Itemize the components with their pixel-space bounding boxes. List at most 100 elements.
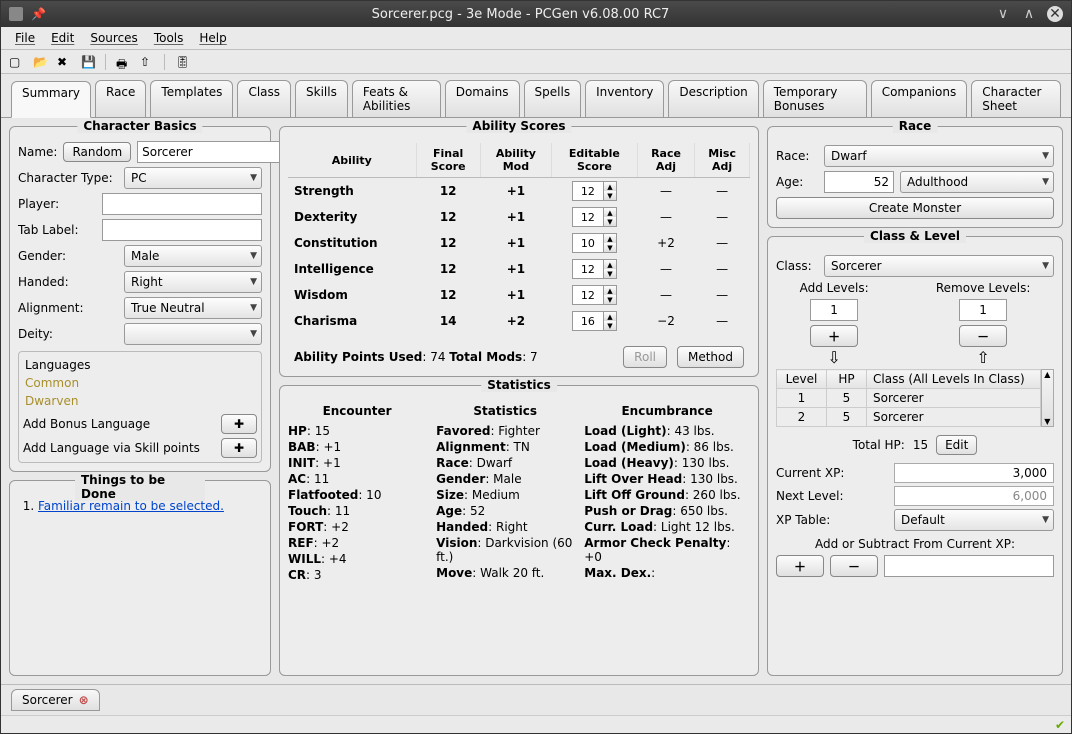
remove-levels-input[interactable]	[959, 299, 1007, 321]
tab-race[interactable]: Race	[95, 80, 146, 117]
roll-button[interactable]: Roll	[623, 346, 667, 368]
tab-charsheet[interactable]: Character Sheet	[971, 80, 1061, 117]
add-levels-input[interactable]	[810, 299, 858, 321]
tab-templates[interactable]: Templates	[150, 80, 233, 117]
tablabel-input[interactable]	[102, 219, 262, 241]
export-icon[interactable]: ⇧	[140, 55, 154, 69]
character-tab[interactable]: Sorcerer ⊗	[11, 689, 100, 711]
print-icon[interactable]: 🖶	[116, 55, 130, 69]
spin-down-icon[interactable]: ▼	[604, 217, 616, 226]
ability-edit-input[interactable]	[573, 234, 603, 252]
cls-hdr[interactable]: Class (All Levels In Class)	[867, 370, 1041, 389]
tab-domains[interactable]: Domains	[445, 80, 520, 117]
menu-sources[interactable]: Sources	[84, 29, 143, 47]
ability-edit-input[interactable]	[573, 312, 603, 330]
minimize-button[interactable]: ∨	[995, 6, 1011, 22]
scrollbar[interactable]: ▲▼	[1041, 369, 1054, 427]
spin-down-icon[interactable]: ▼	[604, 243, 616, 252]
close-tab-icon[interactable]: ⊗	[79, 693, 89, 707]
tab-inventory[interactable]: Inventory	[585, 80, 664, 117]
alignment-select[interactable]: True Neutral▼	[124, 297, 262, 319]
ability-spinner[interactable]: ▲▼	[572, 233, 617, 253]
ability-spinner[interactable]: ▲▼	[572, 207, 617, 227]
class-select[interactable]: Sorcerer▼	[824, 255, 1054, 277]
spin-down-icon[interactable]: ▼	[604, 295, 616, 304]
age-input[interactable]	[824, 171, 894, 193]
pin-icon[interactable]: 📌	[31, 7, 46, 21]
method-button[interactable]: Method	[677, 346, 744, 368]
save-icon[interactable]: 💾	[81, 55, 95, 69]
tab-skills[interactable]: Skills	[295, 80, 348, 117]
add-level-button[interactable]: ＋	[810, 325, 858, 347]
lvl-hdr[interactable]: Level	[777, 370, 827, 389]
close-button[interactable]: ✕	[1047, 6, 1063, 22]
spin-up-icon[interactable]: ▲	[604, 234, 616, 243]
todo-link[interactable]: Familiar remain to be selected.	[38, 499, 224, 513]
open-icon[interactable]: 📂	[33, 55, 47, 69]
menu-tools[interactable]: Tools	[148, 29, 190, 47]
add-bonus-lang-button[interactable]: ✚	[221, 414, 257, 434]
spin-up-icon[interactable]: ▲	[604, 182, 616, 191]
tab-spells[interactable]: Spells	[524, 80, 582, 117]
spin-down-icon[interactable]: ▼	[604, 191, 616, 200]
menu-edit[interactable]: Edit	[45, 29, 80, 47]
xp-adjust-input[interactable]	[884, 555, 1054, 577]
tab-description[interactable]: Description	[668, 80, 758, 117]
deity-select[interactable]: ▼	[124, 323, 262, 345]
prefs-icon[interactable]: 🎚	[175, 55, 189, 69]
menu-help[interactable]: Help	[193, 29, 232, 47]
agecat-select[interactable]: Adulthood▼	[900, 171, 1054, 193]
random-button[interactable]: Random	[63, 142, 131, 162]
spin-up-icon[interactable]: ▲	[604, 208, 616, 217]
ability-mod: +2	[480, 308, 551, 334]
ability-final: 12	[416, 256, 480, 282]
ability-edit-input[interactable]	[573, 286, 603, 304]
race-title: Race	[893, 119, 938, 133]
stat-row: REF: +2	[288, 536, 426, 550]
close-icon[interactable]: ✖	[57, 55, 71, 69]
spin-down-icon[interactable]: ▼	[604, 321, 616, 330]
ability-spinner[interactable]: ▲▼	[572, 259, 617, 279]
name-input[interactable]	[137, 141, 297, 163]
xp-minus-button[interactable]: －	[830, 555, 878, 577]
spin-down-icon[interactable]: ▼	[604, 269, 616, 278]
tab-tempbonuses[interactable]: Temporary Bonuses	[763, 80, 867, 117]
create-monster-button[interactable]: Create Monster	[776, 197, 1054, 219]
ability-edit-input[interactable]	[573, 208, 603, 226]
ability-spinner[interactable]: ▲▼	[572, 181, 617, 201]
race-select[interactable]: Dwarf▼	[824, 145, 1054, 167]
edit-hp-button[interactable]: Edit	[936, 435, 977, 455]
spin-up-icon[interactable]: ▲	[604, 286, 616, 295]
handed-select[interactable]: Right▼	[124, 271, 262, 293]
tab-summary[interactable]: Summary	[11, 81, 91, 118]
spin-up-icon[interactable]: ▲	[604, 260, 616, 269]
maximize-button[interactable]: ∧	[1021, 6, 1037, 22]
ability-misc-adj: —	[695, 308, 750, 334]
remove-level-button[interactable]: －	[959, 325, 1007, 347]
tab-companions[interactable]: Companions	[871, 80, 968, 117]
down-arrow-icon: ⇩	[816, 347, 852, 367]
currentxp-input[interactable]	[894, 463, 1054, 483]
gender-select[interactable]: Male▼	[124, 245, 262, 267]
main-tabs: Summary Race Templates Class Skills Feat…	[1, 74, 1071, 118]
hp-hdr[interactable]: HP	[827, 370, 867, 389]
table-row[interactable]: 15Sorcerer	[777, 389, 1041, 408]
add-lang-skill-button[interactable]: ✚	[221, 438, 257, 458]
tab-feats[interactable]: Feats & Abilities	[352, 80, 441, 117]
table-row[interactable]: 25Sorcerer	[777, 408, 1041, 427]
lang-item[interactable]: Dwarven	[23, 392, 257, 410]
ability-edit-input[interactable]	[573, 182, 603, 200]
ability-edit-input[interactable]	[573, 260, 603, 278]
spin-up-icon[interactable]: ▲	[604, 312, 616, 321]
xptable-select[interactable]: Default▼	[894, 509, 1054, 531]
ability-spinner[interactable]: ▲▼	[572, 285, 617, 305]
menu-file[interactable]: File	[9, 29, 41, 47]
player-input[interactable]	[102, 193, 262, 215]
chartype-select[interactable]: PC▼	[124, 167, 262, 189]
xp-plus-button[interactable]: ＋	[776, 555, 824, 577]
new-icon[interactable]: ▢	[9, 55, 23, 69]
ability-spinner[interactable]: ▲▼	[572, 311, 617, 331]
deity-label: Deity:	[18, 327, 118, 341]
lang-item[interactable]: Common	[23, 374, 257, 392]
tab-class[interactable]: Class	[237, 80, 291, 117]
